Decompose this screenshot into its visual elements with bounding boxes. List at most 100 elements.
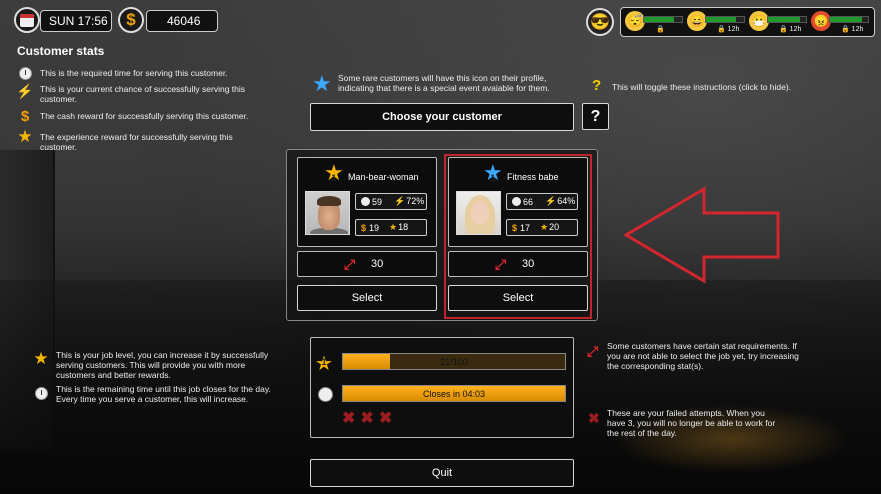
- customer-time: 59: [372, 196, 383, 207]
- requirement-arrows-icon: ⤢: [344, 256, 356, 272]
- mood-bar-fill: [830, 17, 863, 22]
- rare-star-icon: ★: [312, 71, 332, 96]
- mood-bar-fill: [768, 17, 801, 22]
- mood-happy: 😄 🔒 12h: [687, 11, 747, 33]
- question-mark-icon: ?: [592, 77, 602, 94]
- select-button-1[interactable]: Select: [297, 285, 437, 311]
- failed-attempts-icon: ✖✖✖: [342, 410, 398, 427]
- dollar-icon: $: [512, 222, 518, 233]
- customer-chance: 72%: [406, 196, 425, 206]
- money-text: 46046: [167, 14, 201, 28]
- instruction-xp-text: The experience reward for successfully s…: [40, 132, 233, 152]
- instruction-chance: ⚡ This is your current chance of success…: [16, 83, 268, 104]
- clock-icon: [318, 387, 333, 402]
- customer-portrait: [456, 191, 501, 235]
- happy-face-icon: 😄: [687, 11, 707, 31]
- clock-icon: [34, 386, 48, 400]
- quit-button[interactable]: Quit: [310, 459, 574, 487]
- xp-progress-text: 21/100: [440, 357, 468, 367]
- reward-box: $17 ★20: [506, 219, 578, 236]
- toggle-instructions-text: This will toggle these instructions (cli…: [612, 82, 792, 92]
- instruction-time-text: This is the required time for serving th…: [40, 68, 228, 78]
- sunglasses-face-icon[interactable]: 😎: [586, 8, 614, 36]
- mood-timer-text: 12h: [789, 26, 802, 33]
- level-star-icon: ★ 1: [324, 162, 344, 184]
- customer-chance: 64%: [557, 196, 576, 206]
- dollar-icon: $: [20, 108, 30, 125]
- mood-timer-text: 12h: [727, 26, 740, 33]
- rare-customer-text: Some rare customers will have this icon …: [338, 73, 550, 93]
- customer-card-2[interactable]: ★ 1 Fitness babe 66 ⚡64% $17 ★20: [448, 157, 588, 247]
- mood-bar-fill: [706, 17, 737, 22]
- mood-bar: [643, 16, 683, 23]
- calendar-icon: [14, 7, 40, 33]
- dollar-icon: $: [361, 222, 367, 233]
- customer-portrait: [305, 191, 350, 235]
- mood-timer: 🔒 12h: [717, 26, 740, 33]
- customer-name: Fitness babe: [507, 172, 559, 182]
- stat-requirement-1: ⤢ 30: [297, 251, 437, 277]
- mood-timer: 🔒 12h: [841, 26, 864, 33]
- time-chance-box: 59 ⚡72%: [355, 193, 427, 210]
- failed-note-text: These are your failed attempts. When you…: [607, 408, 776, 438]
- lightning-icon: ⚡: [545, 196, 557, 206]
- requirement-arrows-icon: ⤢: [587, 343, 599, 359]
- mood-bar: [829, 16, 869, 23]
- money-display: 46046: [146, 10, 218, 32]
- lock-icon: 🔒: [656, 26, 665, 33]
- clock-icon: [18, 66, 32, 80]
- instruction-chance-text: This is your current chance of successfu…: [40, 84, 246, 104]
- closing-time-bar: Closes in 04:03: [342, 385, 566, 402]
- instruction-remaining-text: This is the remaining time until this jo…: [56, 384, 271, 404]
- customer-card-1[interactable]: ★ 1 Man-bear-woman 59 ⚡72% $19 ★18: [297, 157, 437, 247]
- star-icon: ★: [17, 127, 33, 146]
- star-icon: ★: [540, 222, 549, 232]
- day-time-display: SUN 17:56: [40, 10, 112, 32]
- select-button-2[interactable]: Select: [448, 285, 588, 311]
- star-icon: ★: [389, 222, 398, 232]
- lightning-icon: ⚡: [394, 196, 406, 206]
- customer-stats-heading: Customer stats: [17, 44, 105, 58]
- requirement-value: 30: [522, 258, 535, 270]
- choose-customer-button[interactable]: Choose your customer: [310, 103, 574, 131]
- mood-sleepy: 😴 🔒: [625, 11, 685, 33]
- lightning-icon: ⚡: [16, 83, 34, 99]
- sick-face-icon: 😷: [749, 11, 769, 31]
- mood-bar: [705, 16, 745, 23]
- instruction-time: This is the required time for serving th…: [18, 66, 268, 80]
- customer-cash: 17: [520, 222, 531, 233]
- star-icon: ★: [33, 349, 49, 368]
- customer-level: 1: [331, 173, 337, 183]
- customer-level: 1: [490, 173, 496, 183]
- mood-timer-text: 12h: [851, 26, 864, 33]
- closing-time-text: Closes in 04:03: [422, 389, 486, 399]
- customer-name: Man-bear-woman: [348, 172, 419, 182]
- time-chance-box: 66 ⚡64%: [506, 193, 578, 210]
- angry-face-icon: 😠: [811, 11, 831, 31]
- requirement-note-text: Some customers have certain stat require…: [607, 341, 799, 371]
- customer-cash: 19: [369, 222, 380, 233]
- mood-timer: 🔒 12h: [779, 26, 802, 33]
- mood-meters: 😴 🔒 😄 🔒 12h 😷 🔒 12h 😠 🔒 12h: [620, 7, 875, 37]
- mood-angry: 😠 🔒 12h: [811, 11, 871, 33]
- customer-xp: 18: [398, 222, 409, 232]
- xp-progress-bar: 21/100: [342, 353, 566, 370]
- customer-xp: 20: [549, 222, 560, 232]
- job-status-panel: ★ 1 21/100 Closes in 04:03 ✖✖✖: [310, 337, 574, 438]
- dollar-icon: $: [118, 7, 144, 33]
- instruction-xp: ★ The experience reward for successfully…: [17, 127, 268, 152]
- customer-time: 66: [523, 196, 534, 207]
- day-time-text: SUN 17:56: [49, 14, 108, 28]
- mood-bar-fill: [644, 17, 675, 22]
- sleepy-face-icon: 😴: [625, 11, 645, 31]
- requirement-arrows-icon: ⤢: [495, 256, 507, 272]
- requirement-value: 30: [371, 258, 384, 270]
- clock-icon: [512, 196, 521, 206]
- instruction-remaining: This is the remaining time until this jo…: [34, 384, 284, 404]
- reward-box: $19 ★18: [355, 219, 427, 236]
- mood-sick: 😷 🔒 12h: [749, 11, 809, 33]
- help-toggle-button[interactable]: ?: [582, 103, 609, 130]
- failed-x-icon: ✖: [588, 410, 600, 426]
- instruction-job-level: ★ This is your job level, you can increa…: [33, 349, 284, 380]
- red-arrow-icon: [624, 186, 780, 284]
